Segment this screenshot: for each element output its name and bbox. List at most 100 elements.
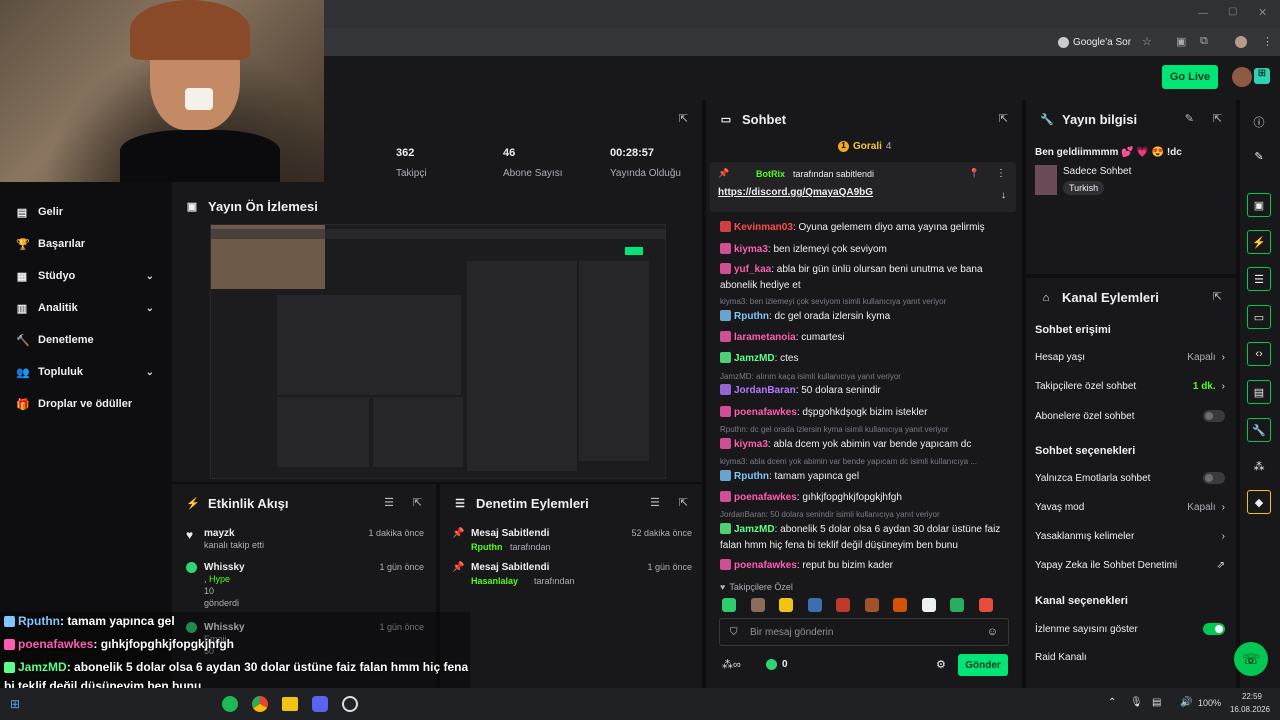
list-item[interactable]: 📌 Mesaj Sabitlendi 1 gün önce Hasanlalay… bbox=[452, 562, 692, 592]
emote-icon[interactable] bbox=[950, 598, 964, 612]
chat-input[interactable]: ⛉ Bir mesaj gönderin ☺ bbox=[719, 618, 1009, 646]
chat-username[interactable]: kiyma3 bbox=[734, 244, 768, 255]
goal-badge[interactable]: 1 Gorali 4 bbox=[838, 141, 891, 152]
info-icon[interactable]: ⓘ bbox=[1247, 110, 1271, 134]
chat-username[interactable]: yuf_kaa bbox=[734, 264, 771, 275]
chat-message[interactable]: poenafawkes: reput bu bizim kader bbox=[720, 558, 1020, 574]
chat-username[interactable]: larametanoia bbox=[734, 332, 796, 343]
chat-message[interactable]: larametanoia: cumartesi bbox=[720, 330, 1020, 346]
close-icon[interactable]: ✕ bbox=[1258, 6, 1267, 19]
bookmark-star-icon[interactable]: ☆ bbox=[1142, 35, 1152, 48]
setting-row[interactable]: Yavaş mod Kapalı › bbox=[1035, 502, 1225, 513]
user-avatar[interactable] bbox=[1232, 67, 1252, 87]
chat-message[interactable]: kiyma3: ben izlemeyi çok seviyom bbox=[720, 242, 1020, 258]
kebab-menu-icon[interactable]: ⋮ bbox=[996, 168, 1006, 179]
chat-message[interactable]: JamzMD: ctes bbox=[720, 351, 1020, 367]
chat-username[interactable]: JamzMD bbox=[734, 353, 775, 364]
setting-control[interactable]: ⇗ bbox=[1217, 560, 1225, 571]
emote-icon[interactable] bbox=[807, 598, 822, 612]
discord-icon[interactable] bbox=[312, 696, 328, 712]
setting-row[interactable]: Yasaklanmış kelimeler › bbox=[1035, 531, 1225, 542]
setting-row[interactable]: Raid Kanalı bbox=[1035, 652, 1225, 663]
pinned-message[interactable]: 📌 BotRix tarafından sabitlendi https://d… bbox=[710, 162, 1016, 212]
diamond-icon[interactable]: ◆ bbox=[1247, 490, 1271, 514]
category-name[interactable]: Sadece Sohbet bbox=[1063, 166, 1131, 177]
maximize-icon[interactable]: ▢ bbox=[1228, 6, 1237, 17]
sidebar-item-5[interactable]: 👥 Topluluk ⌄ bbox=[16, 362, 166, 382]
emote-icon[interactable] bbox=[921, 598, 936, 612]
chat-username[interactable]: Rputhn bbox=[734, 471, 769, 482]
chat-username[interactable]: Rputhn bbox=[734, 311, 769, 322]
go-live-button[interactable]: Go Live bbox=[1162, 65, 1218, 89]
settings-icon[interactable]: ⚙ bbox=[936, 658, 946, 671]
google-ask-button[interactable]: Google'a Sor bbox=[1058, 34, 1132, 50]
list-icon[interactable]: ☰ bbox=[1247, 267, 1271, 291]
toggle-switch[interactable] bbox=[1203, 623, 1225, 635]
emoji-icon[interactable]: ☺ bbox=[987, 626, 998, 638]
extension-icon[interactable]: ▣ bbox=[1176, 35, 1186, 48]
chrome-icon[interactable] bbox=[252, 696, 268, 712]
chat-message[interactable]: JordanBaran: 50 dolara senindir bbox=[720, 383, 1020, 399]
arrow-down-icon[interactable]: ↓ bbox=[1001, 190, 1006, 201]
volume-icon[interactable]: 🔊 bbox=[1180, 697, 1192, 708]
setting-row[interactable]: Yapay Zeka ile Sohbet Denetimi ⇗ bbox=[1035, 560, 1225, 571]
chat-username[interactable]: kiyma3 bbox=[734, 439, 768, 450]
stack-icon[interactable]: ▤ bbox=[1247, 380, 1271, 404]
chat-icon[interactable]: ▭ bbox=[1247, 305, 1271, 329]
send-button[interactable]: Gönder bbox=[958, 654, 1008, 676]
filter-icon[interactable]: ☰ bbox=[650, 496, 660, 509]
chat-username[interactable]: JamzMD bbox=[734, 524, 775, 535]
chat-username[interactable]: Kevinman03 bbox=[734, 222, 793, 233]
chat-username[interactable]: poenafawkes bbox=[734, 492, 797, 503]
filter-icon[interactable]: ☰ bbox=[384, 496, 394, 509]
bolt-icon[interactable]: ⚡ bbox=[1247, 230, 1271, 254]
code-icon[interactable]: ‹› bbox=[1247, 342, 1271, 366]
edit-icon[interactable]: ✎ bbox=[1185, 112, 1194, 125]
setting-control[interactable]: 1 dk. › bbox=[1193, 381, 1225, 392]
pinned-link[interactable]: https://discord.gg/QmayaQA9bG bbox=[718, 187, 873, 198]
emote-icon[interactable] bbox=[779, 598, 793, 612]
puzzle-icon[interactable]: ⧉ bbox=[1200, 35, 1208, 48]
setting-row[interactable]: İzlenme sayısını göster bbox=[1035, 623, 1225, 635]
chat-message[interactable]: Rputhn: dc gel orada izlersin kyma bbox=[720, 309, 1020, 325]
toggle-switch[interactable] bbox=[1203, 472, 1225, 484]
pen-icon[interactable]: ✎ bbox=[1247, 144, 1271, 168]
emote-icon[interactable] bbox=[978, 598, 993, 612]
unpin-icon[interactable]: 📍 bbox=[969, 168, 980, 179]
chat-username[interactable]: poenafawkes bbox=[734, 407, 797, 418]
sidebar-item-4[interactable]: 🔨 Denetleme bbox=[16, 330, 166, 350]
mod-tools-icon[interactable]: ⁂∞ bbox=[722, 658, 741, 671]
network-icon[interactable]: ▤ bbox=[1152, 697, 1161, 708]
chat-message[interactable]: Rputhn: tamam yapınca gel bbox=[720, 469, 1020, 485]
chevron-up-icon[interactable]: ⌃ bbox=[1108, 697, 1116, 708]
obs-icon[interactable] bbox=[342, 696, 358, 712]
setting-control[interactable] bbox=[1203, 472, 1225, 484]
chat-message[interactable]: kiyma3: abla dcem yok abimin var bende y… bbox=[720, 437, 1020, 453]
kebab-menu-icon[interactable]: ⋮ bbox=[1262, 35, 1273, 48]
popout-icon[interactable]: ⇱ bbox=[679, 112, 688, 125]
setting-control[interactable]: Kapalı › bbox=[1187, 502, 1225, 513]
folder-icon[interactable] bbox=[282, 697, 298, 711]
chat-username[interactable]: poenafawkes bbox=[734, 560, 797, 571]
wrench-icon[interactable]: 🔧 bbox=[1247, 418, 1271, 442]
chat-message[interactable]: yuf_kaa: abla bir gün ünlü olursan beni … bbox=[720, 262, 1020, 294]
emote-icon[interactable] bbox=[750, 598, 765, 612]
stream-preview-video[interactable] bbox=[210, 224, 666, 479]
setting-row[interactable]: Yalnızca Emotlarla sohbet bbox=[1035, 472, 1225, 484]
setting-control[interactable] bbox=[1203, 623, 1225, 635]
emote-icon[interactable] bbox=[864, 598, 879, 612]
minimize-icon[interactable]: — bbox=[1198, 8, 1208, 19]
list-item[interactable]: Whissky 1 gün önce , Hype 10 gönderdi bbox=[186, 562, 434, 618]
setting-row[interactable]: Takipçilere özel sohbet 1 dk. › bbox=[1035, 381, 1225, 392]
chat-message[interactable]: poenafawkes: dşpgohkdşogk bizim istekler bbox=[720, 405, 1020, 421]
setting-control[interactable]: Kapalı › bbox=[1187, 352, 1225, 363]
app-switch-icon[interactable]: ⊞ bbox=[1254, 68, 1270, 84]
popout-icon[interactable]: ⇱ bbox=[999, 112, 1008, 125]
chat-username[interactable]: JordanBaran bbox=[734, 385, 796, 396]
tag-badge[interactable]: Turkish bbox=[1063, 181, 1105, 195]
setting-control[interactable] bbox=[1203, 410, 1225, 422]
sidebar-item-2[interactable]: ▦ Stüdyo ⌄ bbox=[16, 266, 166, 286]
list-item[interactable]: 📌 Mesaj Sabitlendi 52 dakika önce Rputhn… bbox=[452, 528, 692, 558]
emote-icon[interactable] bbox=[893, 598, 907, 612]
toggle-switch[interactable] bbox=[1203, 410, 1225, 422]
